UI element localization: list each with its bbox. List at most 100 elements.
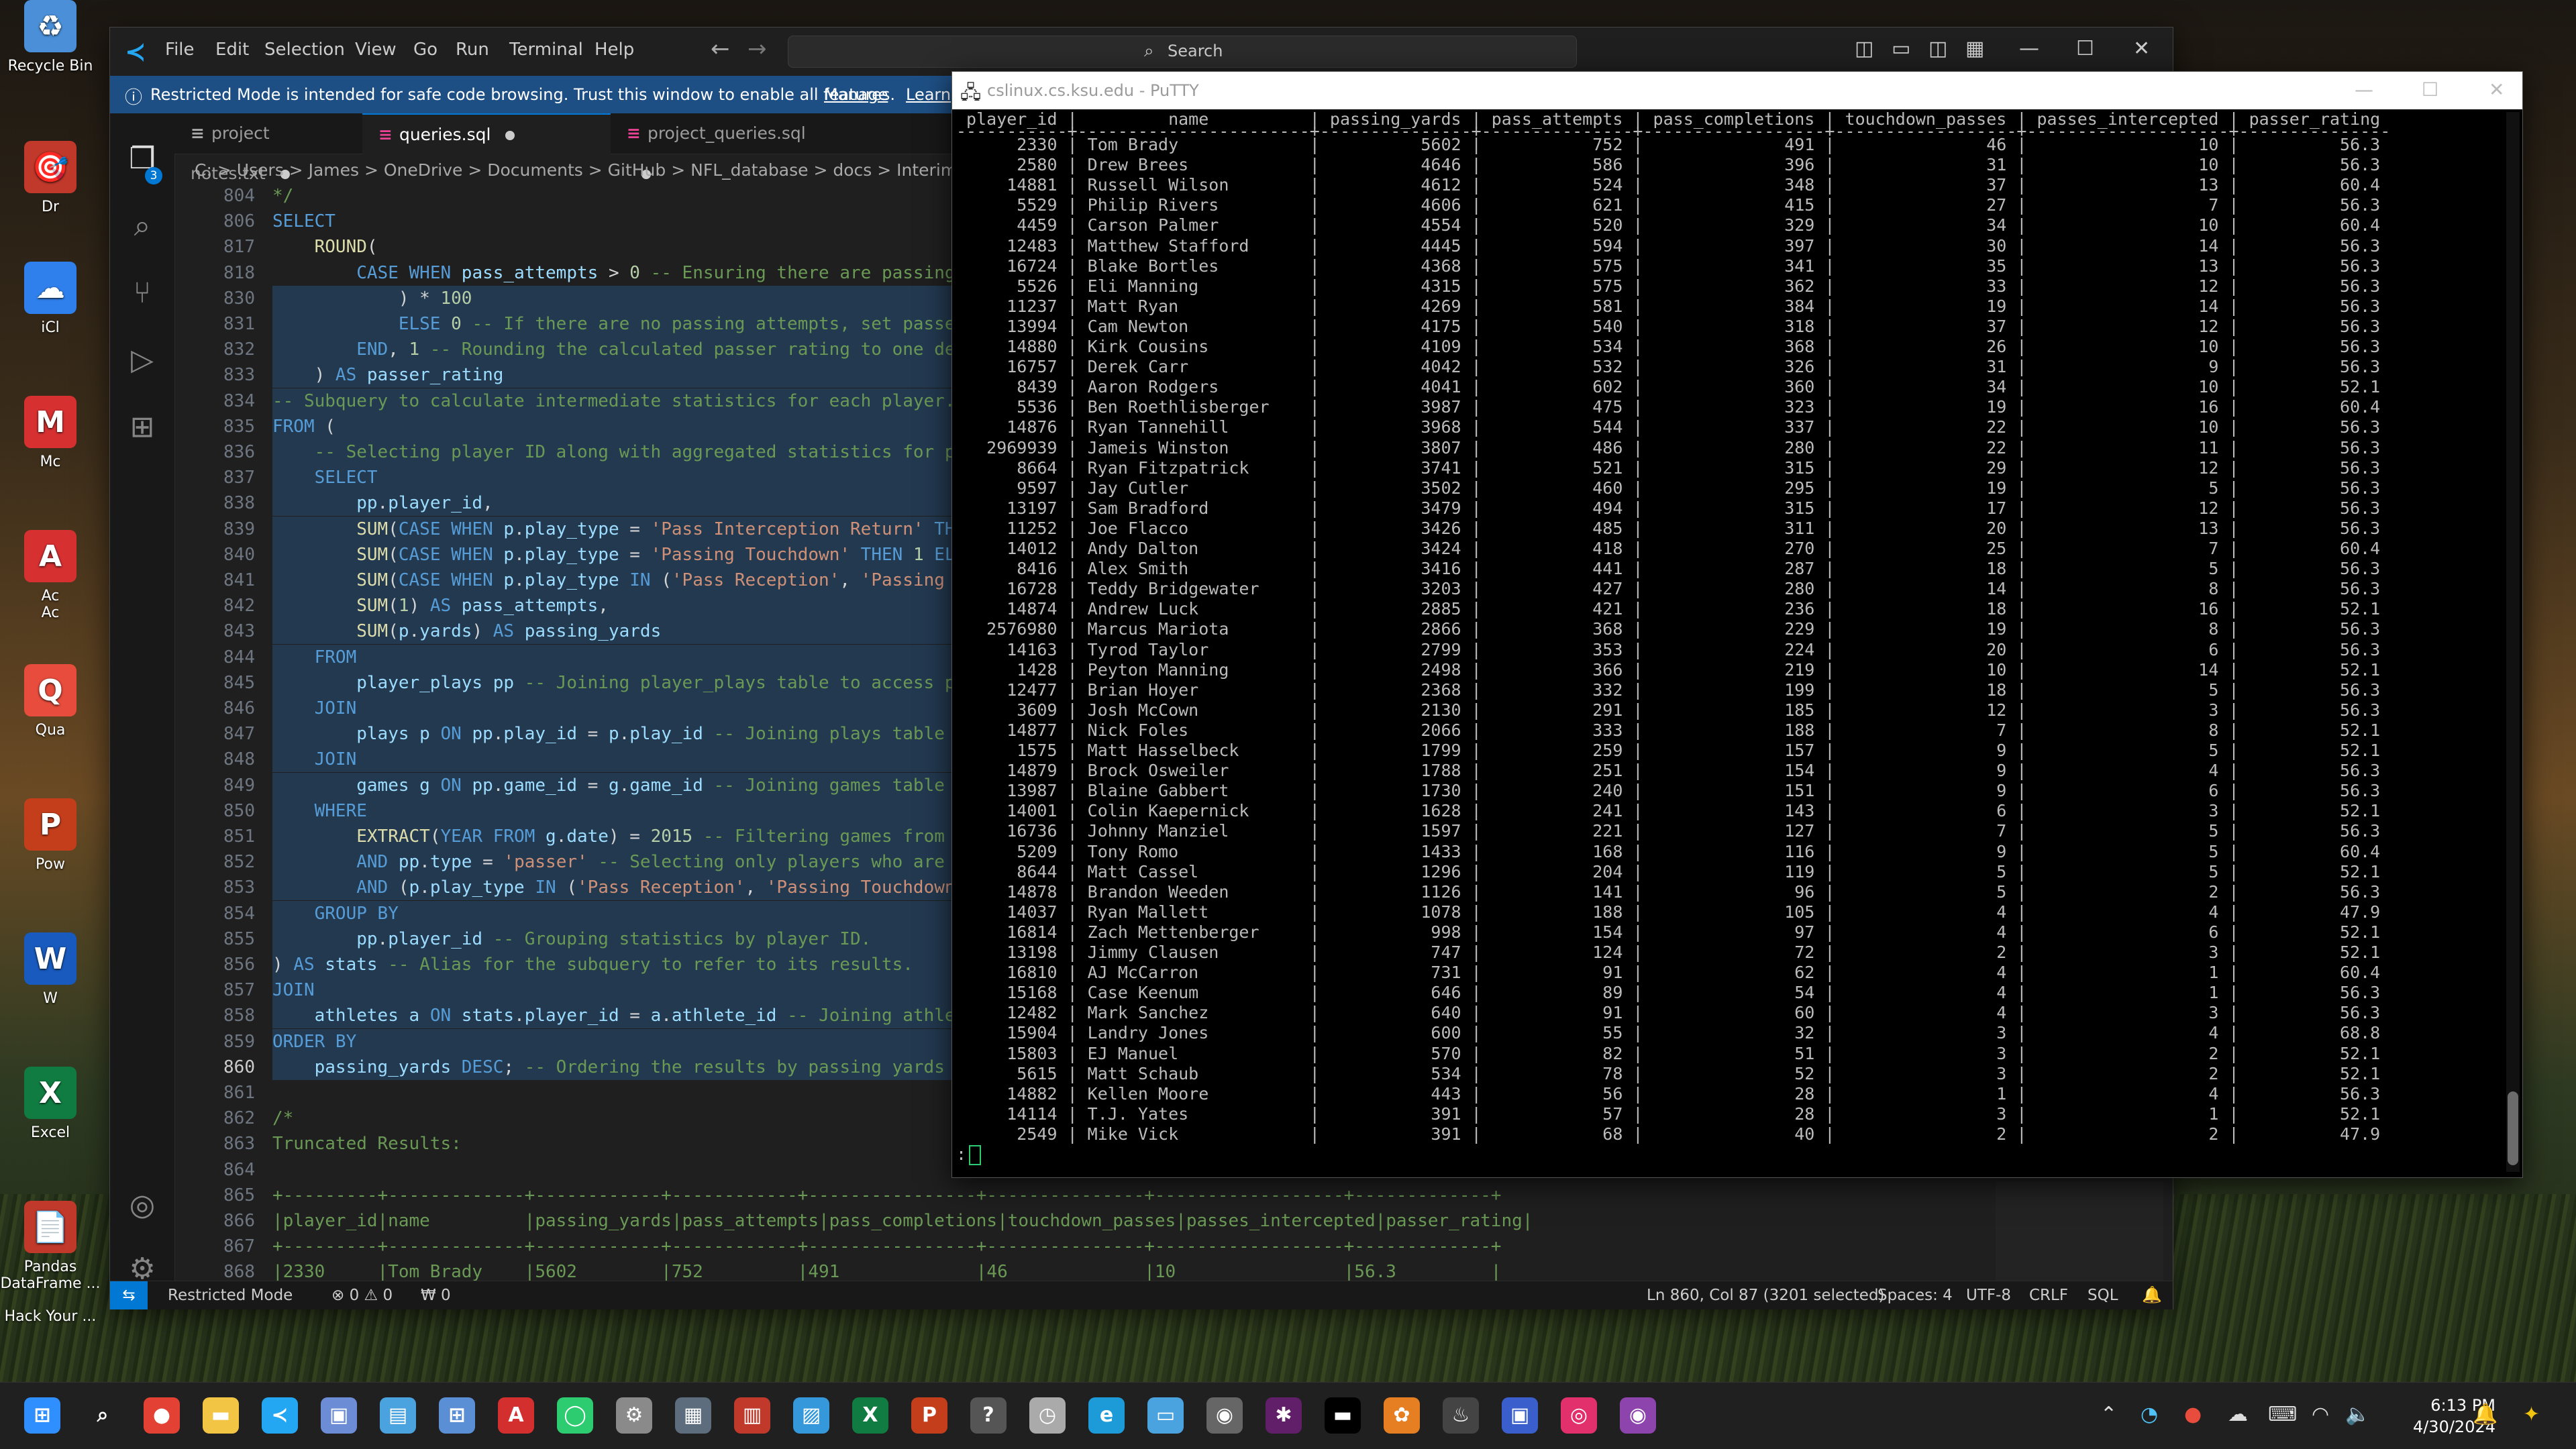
- menu-go[interactable]: Go: [413, 40, 437, 60]
- mic-tray-icon[interactable]: ●: [2184, 1403, 2202, 1426]
- encoding-status[interactable]: UTF-8: [1966, 1287, 2011, 1304]
- toggle-panel-icon[interactable]: ▭: [1892, 37, 1910, 60]
- keyboard-icon[interactable]: ⌨: [2268, 1403, 2297, 1426]
- language-status[interactable]: SQL: [2088, 1287, 2118, 1304]
- putty-icon[interactable]: ▣: [321, 1397, 357, 1434]
- menu-view[interactable]: View: [355, 40, 397, 60]
- restricted-mode-status[interactable]: Restricted Mode: [168, 1287, 293, 1304]
- desktop-icon[interactable]: 🎯 Dr: [0, 141, 101, 215]
- scrollbar-thumb[interactable]: [2508, 1091, 2518, 1165]
- vscode-icon[interactable]: ≺: [262, 1397, 298, 1434]
- excel-icon[interactable]: X: [852, 1397, 888, 1434]
- desktop-icon[interactable]: Hack Your ...: [0, 1308, 101, 1325]
- menu-terminal[interactable]: Terminal: [509, 40, 583, 60]
- clock-app-icon[interactable]: ◷: [1029, 1397, 1066, 1434]
- show-hidden-icons-icon[interactable]: ⌃: [2100, 1403, 2117, 1426]
- calculator-icon[interactable]: ▦: [675, 1397, 711, 1434]
- menu-help[interactable]: Help: [595, 40, 634, 60]
- onedrive-icon[interactable]: ☁: [2228, 1403, 2248, 1426]
- desktop-icon[interactable]: Q Qua: [0, 664, 101, 739]
- maximize-button[interactable]: ☐: [2076, 37, 2094, 60]
- desktop-icon[interactable]: A Ac Ac: [0, 530, 101, 621]
- github-icon[interactable]: ◉: [1620, 1397, 1656, 1434]
- tab-project-queries-sql[interactable]: ≡ project_queries.sql: [611, 113, 832, 179]
- notepad-icon[interactable]: ▤: [380, 1397, 416, 1434]
- toggle-sidebar-icon[interactable]: ◫: [1855, 37, 1873, 60]
- terminal-icon[interactable]: ▬: [1325, 1397, 1361, 1434]
- search-icon[interactable]: ⌕: [123, 207, 161, 245]
- network-icon[interactable]: ⊞: [439, 1397, 475, 1434]
- monitor2-icon[interactable]: ▭: [1147, 1397, 1184, 1434]
- indentation-status[interactable]: Spaces: 4: [1877, 1287, 1953, 1304]
- customize-layout-icon[interactable]: ▦: [1965, 37, 1984, 60]
- unsaved-dot-icon[interactable]: [505, 131, 515, 140]
- acrobat-icon[interactable]: A: [498, 1397, 534, 1434]
- document-app-icon[interactable]: ▥: [734, 1397, 770, 1434]
- manage-link[interactable]: Manage: [824, 85, 888, 104]
- notifications-bell-icon[interactable]: 🔔: [2142, 1285, 2162, 1304]
- instagram-icon[interactable]: ◎: [1561, 1397, 1597, 1434]
- desktop-icon[interactable]: X Excel: [0, 1067, 101, 1141]
- run-debug-icon[interactable]: ▷: [123, 341, 161, 379]
- extensions-icon[interactable]: ⊞: [123, 409, 161, 446]
- putty-minimize-button[interactable]: —: [2355, 78, 2373, 101]
- desktop-icon[interactable]: M Mc: [0, 396, 101, 470]
- desktop-icon[interactable]: WW: [0, 932, 101, 1007]
- notification-bell-icon[interactable]: 🔔: [2473, 1403, 2497, 1426]
- menu-file[interactable]: File: [165, 40, 195, 60]
- copilot-icon[interactable]: ✦: [2523, 1403, 2540, 1426]
- edge-icon[interactable]: e: [1088, 1397, 1125, 1434]
- edge-tray-icon[interactable]: ◔: [2141, 1403, 2158, 1426]
- cursor-position-status[interactable]: Ln 860, Col 87 (3201 selected): [1647, 1287, 1885, 1304]
- forward-arrow-icon[interactable]: →: [748, 36, 767, 62]
- account-icon[interactable]: ◎: [123, 1187, 161, 1224]
- desktop-icon[interactable]: 📄 Pandas DataFrame ...: [0, 1201, 101, 1292]
- camera-icon[interactable]: ◉: [1206, 1397, 1243, 1434]
- problems-status[interactable]: ⊗ 0 ⚠ 0: [331, 1287, 393, 1304]
- code-line[interactable]: 865 +---------+-------------+------------…: [174, 1183, 2173, 1208]
- volume-icon[interactable]: 🔈: [2345, 1403, 2370, 1426]
- refresh-app-icon[interactable]: ◯: [557, 1397, 593, 1434]
- toggle-secondary-sidebar-icon[interactable]: ◫: [1928, 37, 1947, 60]
- tips-icon[interactable]: ?: [970, 1397, 1007, 1434]
- flame-app-icon[interactable]: ♨: [1443, 1397, 1479, 1434]
- source-control-icon[interactable]: ⑂: [123, 274, 161, 312]
- slack-icon[interactable]: ✱: [1266, 1397, 1302, 1434]
- menu-run[interactable]: Run: [456, 40, 489, 60]
- file-explorer-icon[interactable]: ▬: [203, 1397, 239, 1434]
- code-line[interactable]: 867 +---------+-------------+------------…: [174, 1234, 2173, 1259]
- tab-queries-sql[interactable]: ≡ queries.sql: [362, 113, 611, 155]
- line-number: 854: [223, 903, 255, 924]
- putty-maximize-button[interactable]: ☐: [2422, 78, 2438, 101]
- menu-edit[interactable]: Edit: [215, 40, 249, 60]
- close-button[interactable]: ✕: [2133, 37, 2150, 60]
- photos-icon[interactable]: ✿: [1384, 1397, 1420, 1434]
- terminal-scrollbar[interactable]: [2506, 112, 2520, 1172]
- minimize-button[interactable]: —: [2019, 37, 2039, 60]
- remote-indicator-icon[interactable]: ⇆: [110, 1281, 148, 1309]
- active-app-icon[interactable]: ▣: [1502, 1397, 1538, 1434]
- ports-status[interactable]: ₩ 0: [421, 1287, 451, 1304]
- back-arrow-icon[interactable]: ←: [711, 36, 730, 62]
- putty-close-button[interactable]: ✕: [2489, 78, 2504, 101]
- search-icon[interactable]: ⌕: [85, 1397, 121, 1434]
- settings-icon[interactable]: ⚙: [616, 1397, 652, 1434]
- desktop-icon[interactable]: ♻ Recycle Bin: [0, 0, 101, 74]
- desktop-icon[interactable]: P Pow: [0, 798, 101, 873]
- eol-status[interactable]: CRLF: [2029, 1287, 2068, 1304]
- terminal-row: 16810 | AJ McCarron | 731 | 91 | 62 | 4 …: [956, 963, 2381, 983]
- chrome-icon[interactable]: ●: [144, 1397, 180, 1434]
- desktop-icon[interactable]: ☁ iCl: [0, 262, 101, 336]
- tab-project-notes-txt[interactable]: ≡ project notes.txt: [174, 113, 362, 183]
- menu-selection[interactable]: Selection: [264, 40, 345, 60]
- breadcrumb[interactable]: C: > Users > James > OneDrive > Document…: [195, 160, 1023, 180]
- powerpoint-icon[interactable]: P: [911, 1397, 947, 1434]
- learn-more-link[interactable]: Learn: [906, 85, 951, 104]
- code-line[interactable]: 866 |player_id|name |passing_yards|pass_a…: [174, 1208, 2173, 1234]
- monitor-icon[interactable]: ▨: [793, 1397, 829, 1434]
- minimap[interactable]: [1996, 1181, 2163, 1282]
- start-icon[interactable]: ⊞: [24, 1397, 60, 1434]
- command-search-input[interactable]: ⌕ Search: [788, 36, 1577, 68]
- terminal-output[interactable]: player_id | name | passing_yards | pass_…: [956, 109, 2500, 1176]
- wifi-icon[interactable]: ◠: [2312, 1403, 2329, 1426]
